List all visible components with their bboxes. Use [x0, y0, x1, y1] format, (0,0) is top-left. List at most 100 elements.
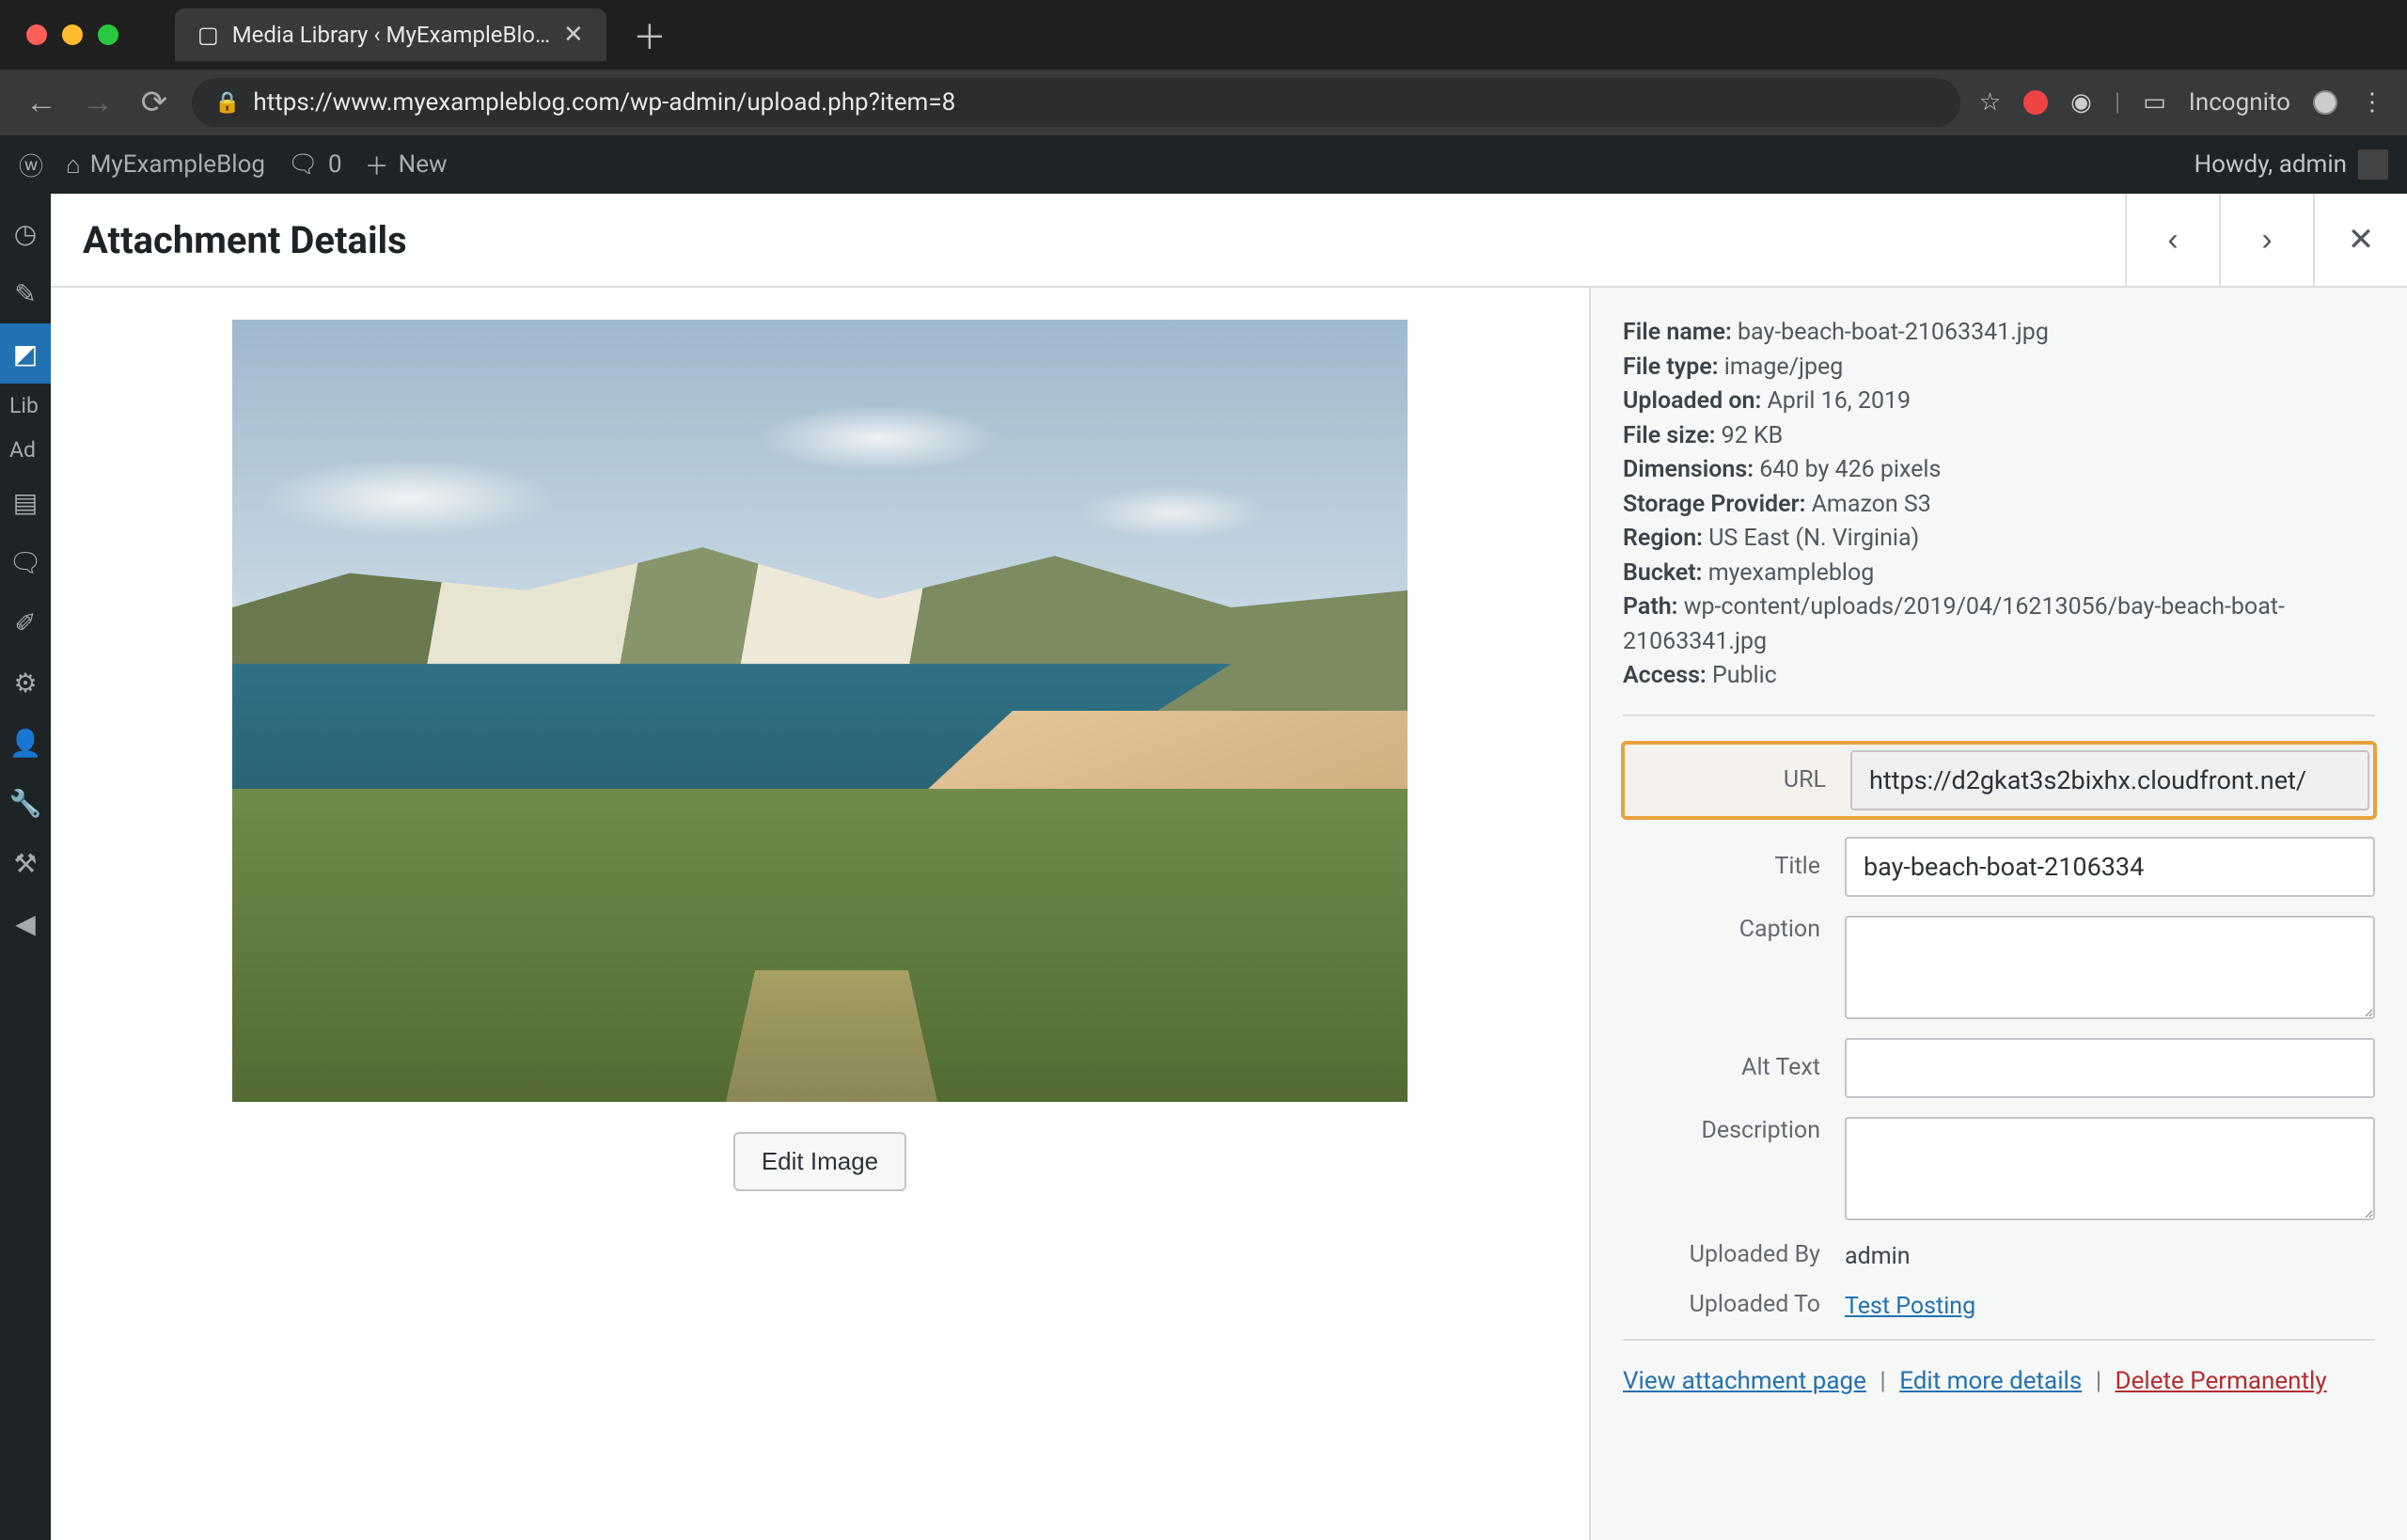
window-controls	[26, 24, 118, 45]
nav-reload-icon[interactable]: ⟳	[135, 84, 173, 121]
wp-logo-icon[interactable]: ⓦ	[19, 148, 43, 182]
setting-alt-text: Alt Text	[1623, 1038, 2375, 1098]
url-label: URL	[1628, 766, 1826, 794]
window-close-button[interactable]	[26, 24, 47, 45]
extension-icon[interactable]	[2023, 90, 2048, 115]
modal-body: Edit Image File name: bay-beach-boat-210…	[51, 288, 2407, 1540]
close-modal-button[interactable]: ✕	[2313, 194, 2407, 286]
next-attachment-button[interactable]: ›	[2219, 194, 2313, 286]
attachment-details-modal: Attachment Details ‹ › ✕ Edit	[51, 194, 2407, 1540]
file-detail-row: File name: bay-beach-boat-21063341.jpg	[1623, 316, 2375, 351]
uploaded-by-label: Uploaded By	[1623, 1241, 1820, 1268]
site-name: MyExampleBlog	[90, 150, 265, 179]
file-detail-row: Storage Provider: Amazon S3	[1623, 488, 2375, 523]
edit-image-button[interactable]: Edit Image	[733, 1132, 906, 1191]
file-details: File name: bay-beach-boat-21063341.jpgFi…	[1623, 316, 2375, 694]
divider	[1623, 715, 2375, 716]
divider	[1623, 1339, 2375, 1341]
gear-icon: ⚒	[13, 848, 37, 879]
admin-side-menu: ◷ ✎ ◩ Lib Ad ▤ 🗨 ✐ ⚙ 👤 🔧 ⚒ ◀	[0, 194, 51, 1540]
wrench-icon: 🔧	[9, 788, 42, 819]
new-content-link[interactable]: ＋ New	[365, 148, 448, 182]
browser-tab[interactable]: ▢ Media Library ‹ MyExampleBlo… ✕	[175, 8, 606, 61]
howdy-text: Howdy, admin	[2195, 150, 2347, 179]
menu-pages[interactable]: ▤	[0, 472, 51, 532]
wp-admin-bar: ⓦ ⌂ MyExampleBlog 🗨 0 ＋ New Howdy, admin	[0, 135, 2407, 194]
menu-collapse[interactable]: ◀	[0, 893, 51, 953]
window-zoom-button[interactable]	[98, 24, 118, 45]
delete-permanently-link[interactable]: Delete Permanently	[2116, 1367, 2327, 1395]
cast-icon[interactable]: ▭	[2143, 88, 2166, 117]
title-input[interactable]	[1845, 837, 2375, 897]
prev-attachment-button[interactable]: ‹	[2125, 194, 2219, 286]
tab-bar: ▢ Media Library ‹ MyExampleBlo… ✕ ＋	[0, 0, 2407, 70]
media-icon: ◩	[13, 338, 38, 369]
uploaded-to-label: Uploaded To	[1623, 1291, 1820, 1318]
url-input[interactable]	[1850, 750, 2369, 810]
site-home-link[interactable]: ⌂ MyExampleBlog	[66, 150, 265, 180]
incognito-label: Incognito	[2189, 88, 2290, 117]
uploaded-to-link[interactable]: Test Posting	[1845, 1293, 1975, 1320]
menu-users[interactable]: 👤	[0, 713, 51, 773]
star-icon[interactable]: ☆	[1979, 88, 2001, 117]
nav-forward-icon[interactable]: →	[79, 84, 117, 121]
file-detail-row: Access: Public	[1623, 659, 2375, 694]
page: ⓦ ⌂ MyExampleBlog 🗨 0 ＋ New Howdy, admin…	[0, 135, 2407, 1540]
window-minimize-button[interactable]	[62, 24, 83, 45]
plug-icon: ⚙	[13, 668, 37, 699]
file-detail-row: Bucket: myexampleblog	[1623, 557, 2375, 591]
new-label: New	[399, 150, 448, 179]
attachment-actions: View attachment page | Edit more details…	[1623, 1367, 2375, 1395]
more-icon[interactable]: ⋮	[2360, 88, 2384, 117]
menu-dashboard[interactable]: ◷	[0, 203, 51, 263]
menu-plugins[interactable]: ⚙	[0, 652, 51, 713]
chevron-left-icon: ◀	[15, 908, 36, 939]
comments-count: 0	[328, 150, 342, 179]
edit-more-details-link[interactable]: Edit more details	[1899, 1367, 2082, 1395]
attachment-media-view: Edit Image	[51, 288, 1589, 1540]
comment-icon: 🗨	[8, 547, 42, 578]
url-bar[interactable]: 🔒 https://www.myexampleblog.com/wp-admin…	[192, 78, 1960, 127]
setting-uploaded-to: Uploaded To Test Posting	[1623, 1289, 2375, 1320]
file-detail-row: Uploaded on: April 16, 2019	[1623, 385, 2375, 419]
new-tab-button[interactable]: ＋	[633, 10, 667, 59]
uploaded-by-value: admin	[1845, 1239, 2375, 1270]
alt-text-label: Alt Text	[1623, 1054, 1820, 1081]
menu-settings[interactable]: ⚒	[0, 833, 51, 893]
user-icon: 👤	[9, 728, 42, 759]
caption-textarea[interactable]	[1845, 916, 2375, 1019]
address-bar: ← → ⟳ 🔒 https://www.myexampleblog.com/wp…	[0, 70, 2407, 135]
comments-link[interactable]: 🗨 0	[288, 150, 342, 179]
home-icon: ⌂	[66, 150, 81, 180]
submenu-library[interactable]: Lib	[0, 384, 51, 428]
alt-text-input[interactable]	[1845, 1038, 2375, 1098]
plus-icon: ＋	[365, 148, 389, 182]
menu-tools[interactable]: 🔧	[0, 773, 51, 833]
menu-appearance[interactable]: ✐	[0, 592, 51, 652]
setting-caption: Caption	[1623, 916, 2375, 1019]
browser-action-icons: ☆ ◉ | ▭ Incognito ⋮	[1979, 88, 2384, 117]
incognito-icon	[2313, 90, 2337, 115]
view-attachment-page-link[interactable]: View attachment page	[1623, 1367, 1866, 1395]
close-tab-icon[interactable]: ✕	[563, 21, 584, 49]
attachment-info-panel: File name: bay-beach-boat-21063341.jpgFi…	[1589, 288, 2407, 1540]
menu-media[interactable]: ◩	[0, 323, 51, 384]
file-detail-row: Dimensions: 640 by 426 pixels	[1623, 453, 2375, 488]
description-textarea[interactable]	[1845, 1117, 2375, 1220]
camera-icon[interactable]: ◉	[2070, 88, 2092, 117]
nav-back-icon[interactable]: ←	[23, 84, 60, 121]
title-label: Title	[1623, 853, 1820, 880]
pin-icon: ✎	[14, 278, 36, 309]
modal-title: Attachment Details	[83, 218, 407, 262]
setting-description: Description	[1623, 1117, 2375, 1220]
menu-comments[interactable]: 🗨	[0, 532, 51, 592]
submenu-add-new[interactable]: Ad	[0, 428, 51, 472]
brush-icon: ✐	[14, 607, 36, 638]
menu-posts[interactable]: ✎	[0, 263, 51, 323]
setting-title: Title	[1623, 837, 2375, 897]
avatar	[2358, 149, 2388, 180]
file-detail-row: File type: image/jpeg	[1623, 351, 2375, 385]
modal-header: Attachment Details ‹ › ✕	[51, 194, 2407, 288]
account-menu[interactable]: Howdy, admin	[2195, 149, 2388, 180]
modal-nav: ‹ › ✕	[2125, 194, 2407, 286]
